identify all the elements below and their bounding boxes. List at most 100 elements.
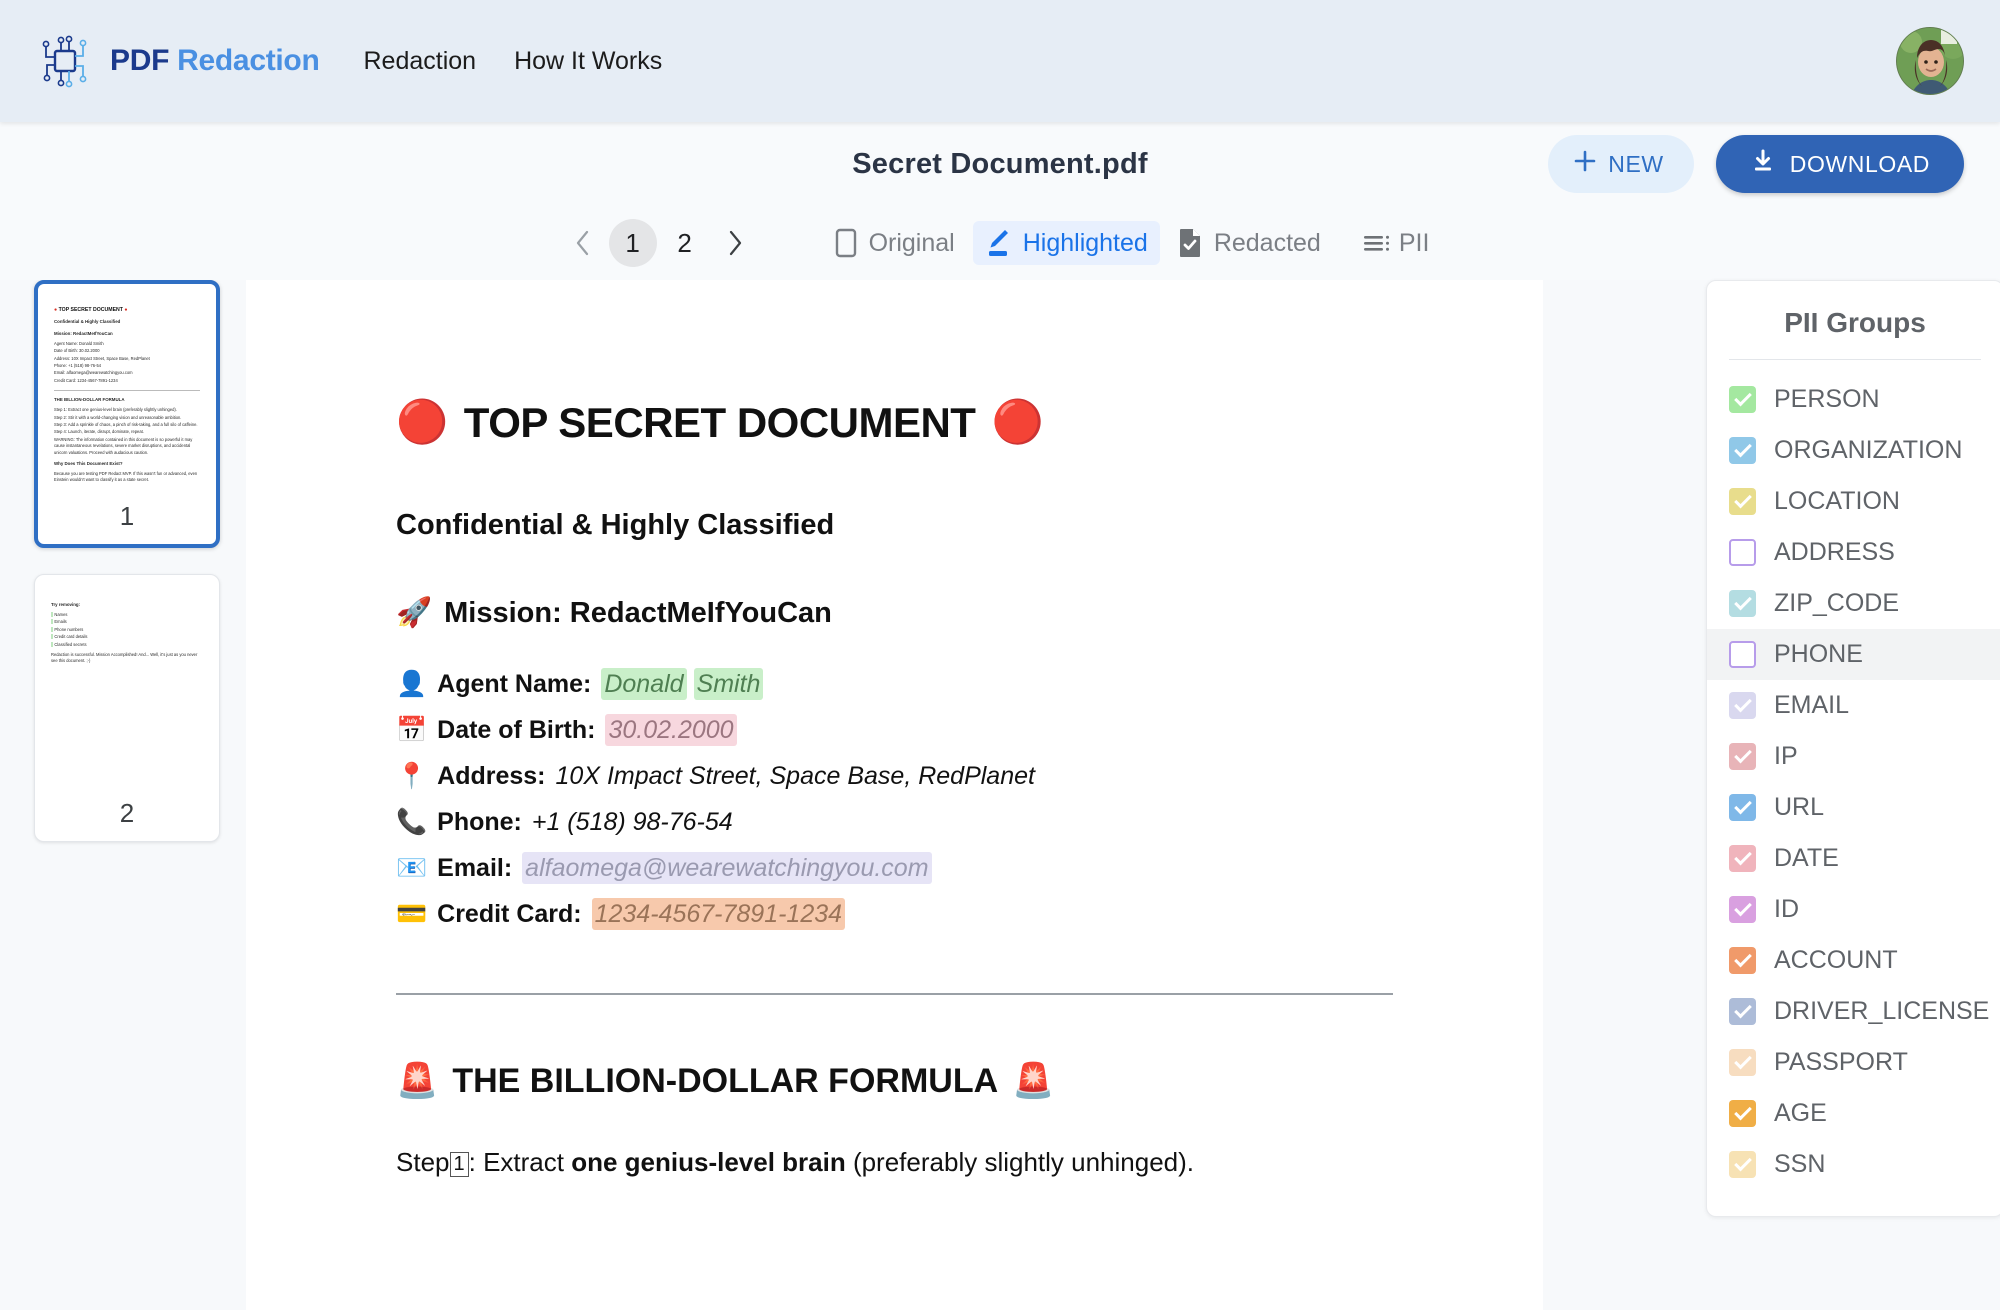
pii-group-row[interactable]: LOCATION [1707,476,2000,527]
pii-group-row[interactable]: DRIVER_LICENSE [1707,986,2000,1037]
checkbox-checked-icon[interactable] [1729,794,1756,821]
checkbox-checked-icon[interactable] [1729,437,1756,464]
pii-group-row[interactable]: EMAIL [1707,680,2000,731]
nav-links: Redaction How It Works [363,47,662,76]
pii-group-label: URL [1774,793,1825,821]
chevron-right-icon[interactable] [713,221,757,265]
plus-icon [1572,148,1598,180]
chevron-left-icon[interactable] [561,221,605,265]
field-date-of-birth: 📅 Date of Birth: 30.02.2000 [396,714,1393,746]
checkbox-checked-icon[interactable] [1729,998,1756,1025]
pii-group-label: ID [1774,895,1799,923]
pii-group-row[interactable]: ID [1707,884,2000,935]
pii-group-row[interactable]: ADDRESS [1707,527,2000,578]
pii-group-label: SSN [1774,1150,1826,1178]
mini-row: Phone: +1 (518) 98-76-54 [54,363,101,369]
thumbnail-rail: ● TOP SECRET DOCUMENT ● Confidential & H… [0,280,246,1310]
pii-group-row[interactable]: ACCOUNT [1707,935,2000,986]
pen-highlight-icon [985,227,1011,259]
pii-highlight-account[interactable]: 1234-4567-7891-1234 [591,898,846,930]
pii-group-row[interactable]: SSN [1707,1139,2000,1190]
location-pin-icon: 📍 [396,762,428,790]
rocket-icon: 🚀 [396,597,433,629]
pii-group-row[interactable]: AGE [1707,1088,2000,1139]
page-number-2[interactable]: 2 [661,219,709,267]
checkbox-checked-icon[interactable] [1729,386,1756,413]
checkbox-checked-icon[interactable] [1729,947,1756,974]
download-button-label: DOWNLOAD [1789,150,1930,177]
new-button[interactable]: NEW [1548,135,1694,193]
checkbox-checked-icon[interactable] [1729,1151,1756,1178]
pii-group-row[interactable]: DATE [1707,833,2000,884]
brand-word-1: PDF [110,44,170,77]
document-viewer[interactable]: 🔴 TOP SECRET DOCUMENT 🔴 Confidential & H… [246,280,1670,1310]
check-icon [1733,745,1752,764]
mini-item: Credit card details [54,634,88,640]
check-icon [1733,796,1752,815]
brand[interactable]: PDF Redaction [36,32,320,90]
mini-h1-2: Try removing: [51,602,81,607]
checkbox-checked-icon[interactable] [1729,1049,1756,1076]
mini-h2-1: Confidential & Highly Classified [54,319,121,325]
checkbox-checked-icon[interactable] [1729,488,1756,515]
check-icon [1733,694,1752,713]
checkbox-checked-icon[interactable] [1729,743,1756,770]
checkbox-unchecked-icon[interactable] [1729,539,1756,566]
sub-header: Secret Document.pdf NEW DOWNLOAD [0,122,2000,206]
brand-word-2: Redaction [177,44,320,77]
check-icon [1733,1102,1752,1121]
pii-panel-divider [1729,359,1981,360]
pii-group-row[interactable]: PASSPORT [1707,1037,2000,1088]
pii-group-row[interactable]: URL [1707,782,2000,833]
checkbox-checked-icon[interactable] [1729,896,1756,923]
pii-group-label: LOCATION [1774,487,1900,515]
mini-why: Why Does This Document Exist? [54,460,123,466]
mini-step: Step 4: Launch, iterate, disrupt, domina… [54,429,144,435]
pii-highlight-person[interactable]: Smith [693,668,764,700]
checkbox-checked-icon[interactable] [1729,1100,1756,1127]
pii-group-label: DATE [1774,844,1839,872]
step-tail: (preferably slightly unhinged). [845,1147,1195,1177]
tab-original[interactable]: Original [823,222,967,264]
field-date-of-birth-label: Date of Birth: [437,716,596,744]
pii-highlight-email[interactable]: alfaomega@wearewatchingyou.com [522,852,932,884]
pii-group-row[interactable]: ORGANIZATION [1707,425,2000,476]
field-credit-card-label: Credit Card: [437,900,582,928]
check-icon [1733,490,1752,509]
page-number-1[interactable]: 1 [608,219,657,267]
pii-highlight-person[interactable]: Donald [601,668,687,700]
tab-highlighted-label: Highlighted [1022,228,1148,257]
tab-redacted[interactable]: Redacted [1166,222,1333,264]
check-icon [1733,592,1752,611]
mini-mission-1: Mission: RedactMeIfYouCan [54,330,113,336]
thumbnail-page-2[interactable]: Try removing: Names Emails Phone numbers… [34,574,220,842]
pii-panel-toggle[interactable]: PII [1353,223,1440,264]
step-prefix: Step [396,1147,450,1177]
checkbox-checked-icon[interactable] [1729,692,1756,719]
pii-group-label: PERSON [1774,385,1880,413]
avatar[interactable] [1896,27,1964,95]
pii-highlight-date[interactable]: 30.02.2000 [605,714,737,746]
header-actions: NEW DOWNLOAD [1548,135,1964,193]
field-phone-label: Phone: [437,808,522,836]
mini-row: Credit Card: 1234-4567-7891-1234 [54,377,118,383]
download-button[interactable]: DOWNLOAD [1715,135,1964,193]
pii-group-label: EMAIL [1774,691,1850,719]
mini-step: Step 3: Add a sprinkle of chaos, a pinch… [54,421,198,427]
pii-group-label: ZIP_CODE [1774,589,1900,617]
mini-item: Names [54,611,68,617]
mini-item: Classified secrets [54,641,87,647]
checkbox-unchecked-icon[interactable] [1729,641,1756,668]
checkbox-checked-icon[interactable] [1729,590,1756,617]
thumbnail-page-1[interactable]: ● TOP SECRET DOCUMENT ● Confidential & H… [34,280,220,548]
pii-group-row[interactable]: IP [1707,731,2000,782]
pii-group-row[interactable]: PHONE [1707,629,2000,680]
nav-link-how-it-works[interactable]: How It Works [514,47,662,76]
check-icon [1733,1000,1752,1019]
pii-group-row[interactable]: ZIP_CODE [1707,578,2000,629]
tab-highlighted[interactable]: Highlighted [972,221,1160,265]
pii-group-row[interactable]: PERSON [1707,374,2000,425]
checkbox-checked-icon[interactable] [1729,845,1756,872]
nav-link-redaction[interactable]: Redaction [363,47,476,76]
field-phone-value: +1 (518) 98-76-54 [531,808,733,836]
